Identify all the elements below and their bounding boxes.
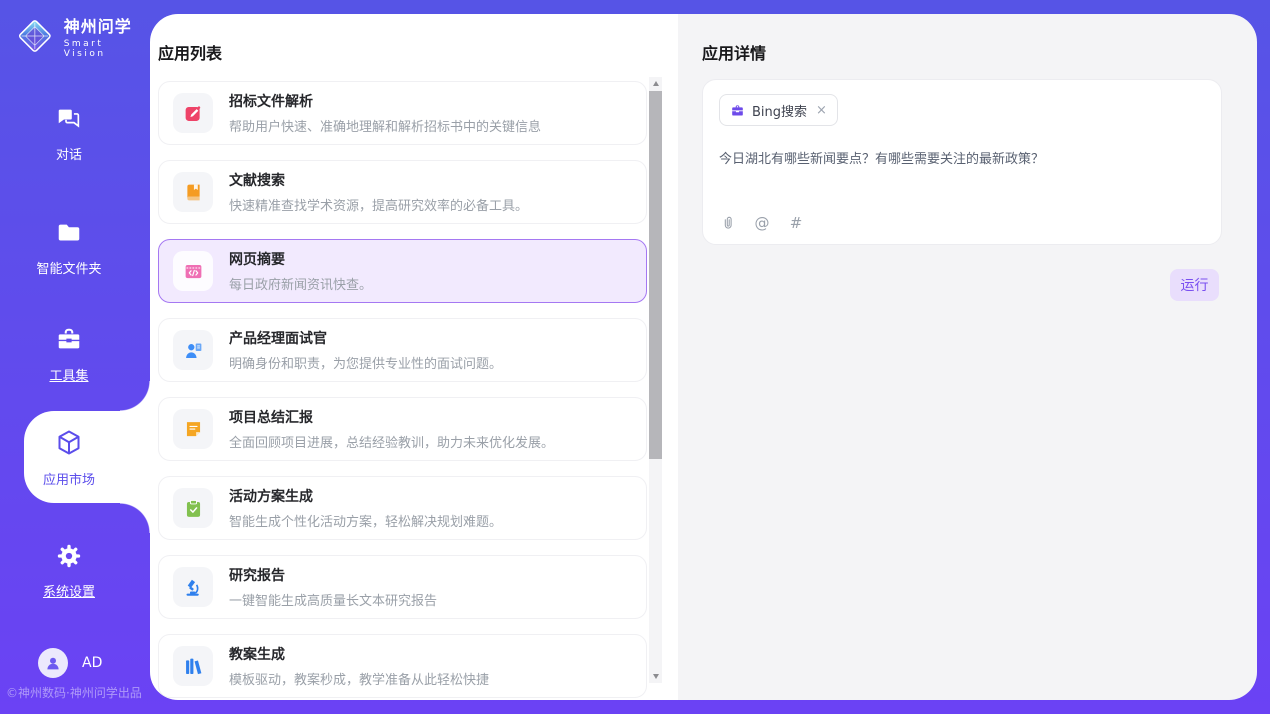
sidebar-item-label: 应用市场 <box>43 469 95 488</box>
clipboard-check-icon <box>173 488 213 528</box>
app-detail-title: 应用详情 <box>702 40 766 64</box>
books-icon <box>173 646 213 686</box>
note-icon <box>173 409 213 449</box>
app-card-desc: 帮助用户快速、准确地理解和解析招标书中的关键信息 <box>229 116 541 135</box>
app-list-title: 应用列表 <box>158 40 222 64</box>
app-card-desc: 全面回顾项目进展，总结经验教训，助力未来优化发展。 <box>229 432 554 451</box>
scroll-up-arrow-icon[interactable] <box>649 77 662 90</box>
app-card-desc: 一键智能生成高质量长文本研究报告 <box>229 590 437 609</box>
sidebar: 神州问学 Smart Vision 对话智能文件夹工具集应用市场系统设置 AD … <box>0 0 150 714</box>
app-card[interactable]: 活动方案生成 智能生成个性化活动方案，轻松解决规划难题。 <box>158 476 647 540</box>
app-card-desc: 快速精准查找学术资源，提高研究效率的必备工具。 <box>229 195 528 214</box>
pen-square-icon <box>173 93 213 133</box>
app-card-title: 活动方案生成 <box>229 486 502 506</box>
app-card-desc: 模板驱动，教案秒成，教学准备从此轻松快捷 <box>229 669 489 688</box>
app-card-title: 网页摘要 <box>229 249 372 269</box>
main-content: 应用列表 招标文件解析 帮助用户快速、准确地理解和解析招标书中的关键信息 文献搜… <box>150 14 1257 700</box>
app-card[interactable]: 教案生成 模板驱动，教案秒成，教学准备从此轻松快捷 <box>158 634 647 698</box>
copyright-text: ©神州数码·神州问学出品 <box>6 684 142 701</box>
cube-icon <box>54 428 84 462</box>
app-card[interactable]: 文献搜索 快速精准查找学术资源，提高研究效率的必备工具。 <box>158 160 647 224</box>
app-card-title: 教案生成 <box>229 644 489 664</box>
brand-name: 神州问学 <box>64 13 150 37</box>
prompt-card: Bing搜索 × 今日湖北有哪些新闻要点？有哪些需要关注的最新政策？ @ # <box>702 79 1222 245</box>
app-card[interactable]: 项目总结汇报 全面回顾项目进展，总结经验教训，助力未来优化发展。 <box>158 397 647 461</box>
avatar[interactable] <box>38 648 68 678</box>
paperclip-icon[interactable] <box>719 214 737 232</box>
user-row[interactable]: AD <box>38 648 102 678</box>
sidebar-item-chat[interactable]: 对话 <box>0 105 138 163</box>
app-card-desc: 智能生成个性化活动方案，轻松解决规划难题。 <box>229 511 502 530</box>
app-card[interactable]: 产品经理面试官 明确身份和职责，为您提供专业性的面试问题。 <box>158 318 647 382</box>
scrollbar-thumb[interactable] <box>649 91 662 459</box>
app-list-panel: 应用列表 招标文件解析 帮助用户快速、准确地理解和解析招标书中的关键信息 文献搜… <box>150 14 678 700</box>
sidebar-item-folder[interactable]: 智能文件夹 <box>0 219 138 277</box>
app-card[interactable]: 招标文件解析 帮助用户快速、准确地理解和解析招标书中的关键信息 <box>158 81 647 145</box>
sidebar-item-label: 智能文件夹 <box>36 258 101 277</box>
app-card-desc: 明确身份和职责，为您提供专业性的面试问题。 <box>229 353 502 372</box>
chat-icon <box>55 105 83 137</box>
scrollbar[interactable] <box>649 77 662 683</box>
browser-code-icon <box>173 251 213 291</box>
app-card-title: 研究报告 <box>229 565 437 585</box>
sidebar-item-cube[interactable]: 应用市场 <box>0 428 138 488</box>
tool-chip-label: Bing搜索 <box>752 101 807 120</box>
app-detail-panel: 应用详情 Bing搜索 × 今日湖北有哪些新闻要点？有哪些需要关注的最新政策？ … <box>678 14 1257 700</box>
sidebar-item-label: 工具集 <box>49 365 88 384</box>
sidebar-item-label: 系统设置 <box>43 581 95 600</box>
app-card-title: 文献搜索 <box>229 170 528 190</box>
at-icon[interactable]: @ <box>753 214 771 232</box>
gear-icon <box>55 542 83 574</box>
sidebar-item-label: 对话 <box>56 144 82 163</box>
person-icon <box>44 654 62 672</box>
hash-icon[interactable]: # <box>787 214 805 232</box>
app-card-title: 项目总结汇报 <box>229 407 554 427</box>
sidebar-item-gear[interactable]: 系统设置 <box>0 542 138 600</box>
brand-diamond-icon <box>14 15 56 57</box>
brand-subtitle: Smart Vision <box>64 39 150 59</box>
brand-logo: 神州问学 Smart Vision <box>14 13 150 59</box>
app-card[interactable]: 网页摘要 每日政府新闻资讯快查。 <box>158 239 647 303</box>
briefcase-icon <box>730 103 745 118</box>
prompt-toolbar: @ # <box>719 214 805 232</box>
scroll-down-arrow-icon[interactable] <box>649 670 662 683</box>
app-card-title: 产品经理面试官 <box>229 328 502 348</box>
tool-chip-bing-search[interactable]: Bing搜索 × <box>719 94 838 126</box>
app-card-list: 招标文件解析 帮助用户快速、准确地理解和解析招标书中的关键信息 文献搜索 快速精… <box>158 81 647 700</box>
prompt-input[interactable]: 今日湖北有哪些新闻要点？有哪些需要关注的最新政策？ <box>719 150 1205 170</box>
app-card[interactable]: 研究报告 一键智能生成高质量长文本研究报告 <box>158 555 647 619</box>
sidebar-item-toolbox[interactable]: 工具集 <box>0 326 138 384</box>
run-button[interactable]: 运行 <box>1170 269 1219 301</box>
book-icon <box>173 172 213 212</box>
toolbox-icon <box>55 326 83 358</box>
microscope-icon <box>173 567 213 607</box>
interviewer-icon <box>173 330 213 370</box>
chip-close-icon[interactable]: × <box>816 103 827 118</box>
app-card-title: 招标文件解析 <box>229 91 541 111</box>
user-initials: AD <box>82 655 102 671</box>
folder-icon <box>55 219 83 251</box>
app-card-desc: 每日政府新闻资讯快查。 <box>229 274 372 293</box>
